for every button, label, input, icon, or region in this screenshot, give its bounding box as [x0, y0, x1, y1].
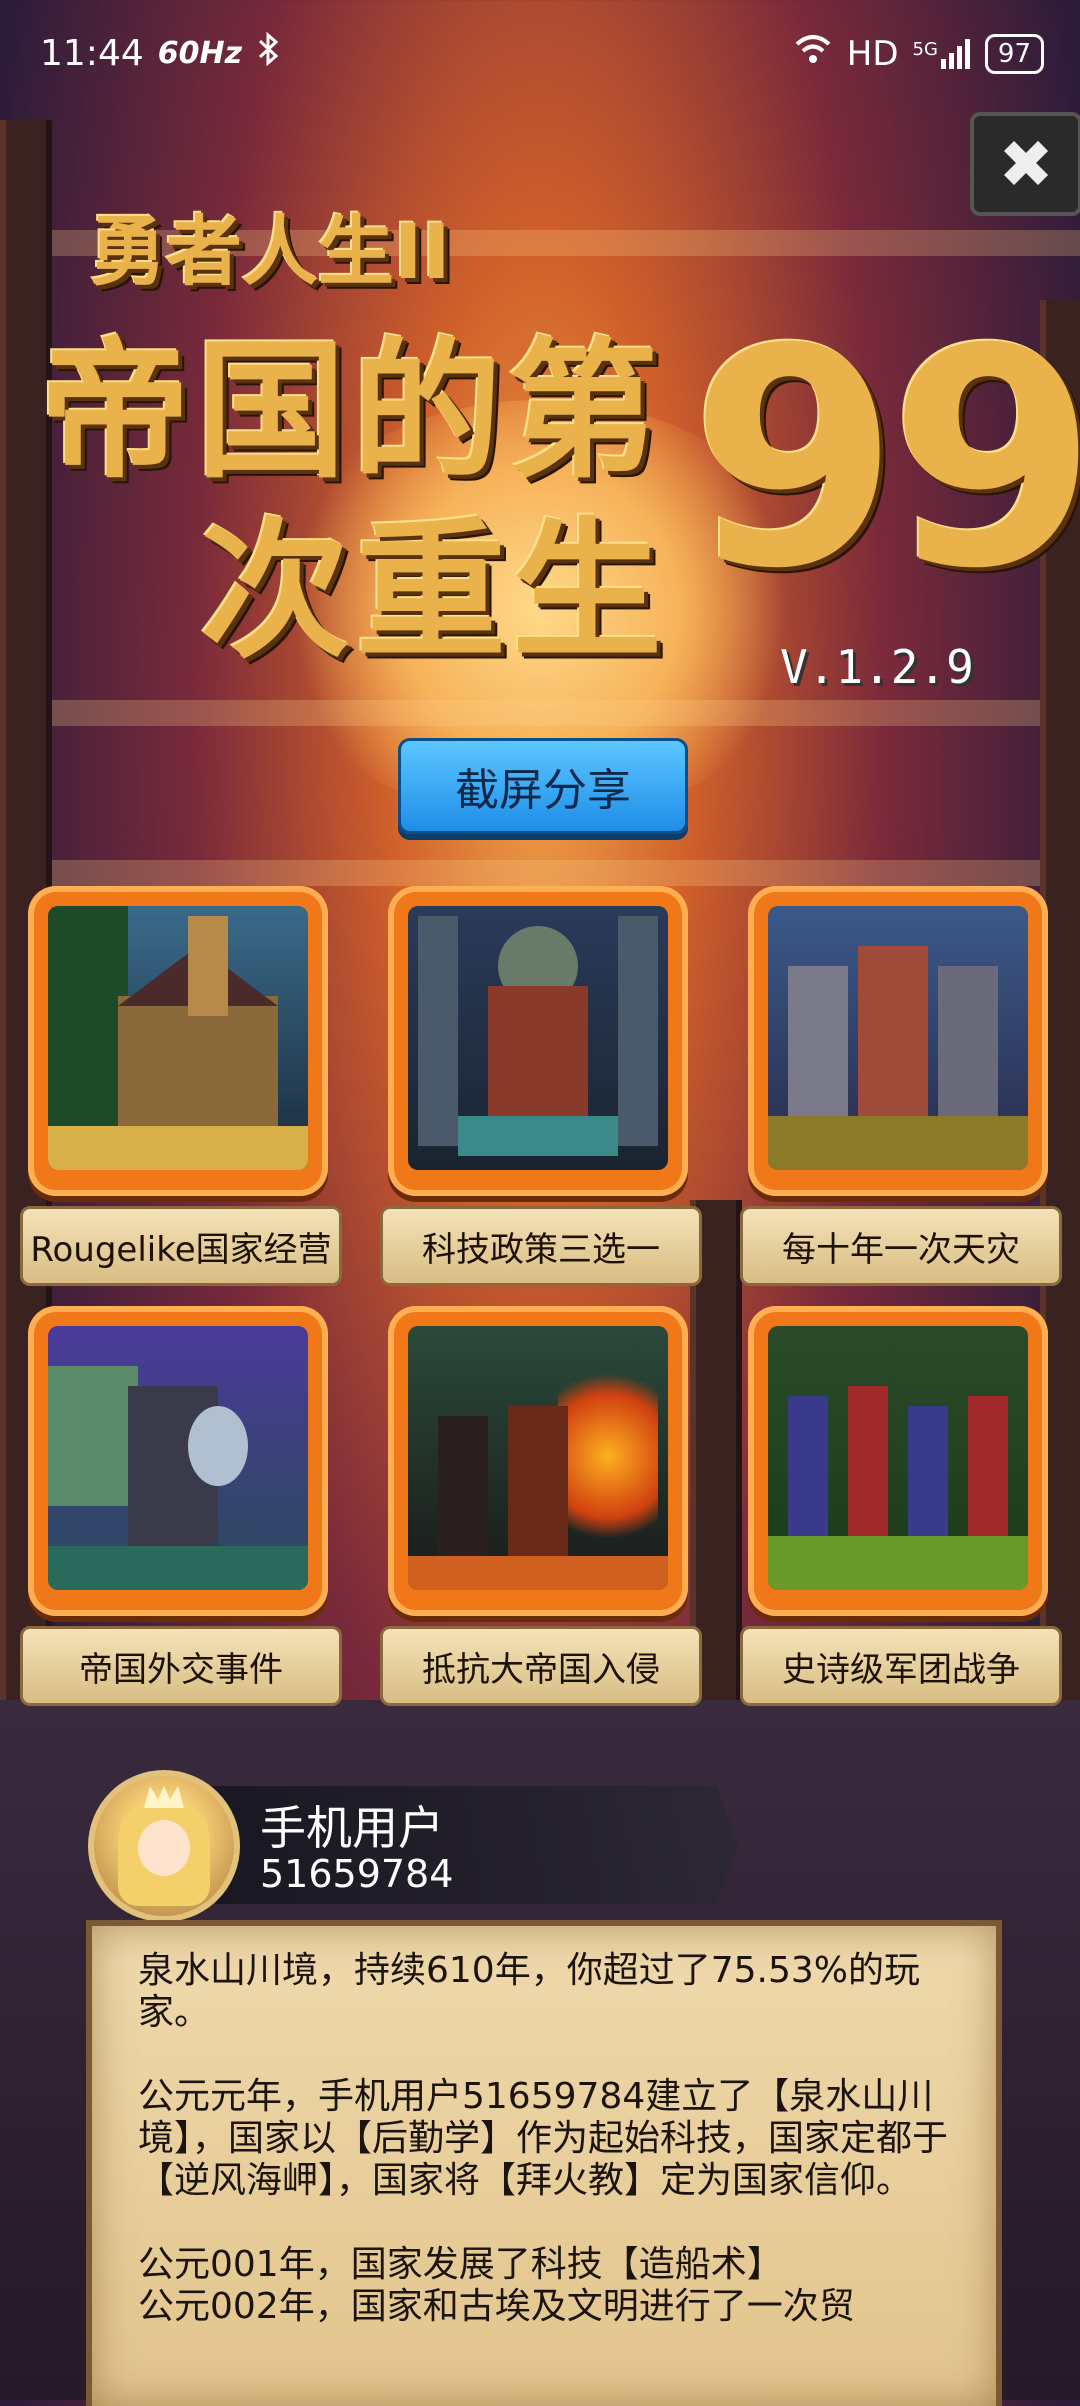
user-profile: 手机用户 51659784 [88, 1770, 738, 1922]
close-icon: ✖ [998, 125, 1054, 203]
version-label: V.1.2.9 [780, 640, 974, 694]
report-event: 公元001年，国家发展了科技【造船术】 [138, 2244, 783, 2285]
report-text: 泉水山川境，持续610年，你超过了75.53%的玩家。 公元元年，手机用户516… [138, 1950, 968, 2328]
game-title-number: 99 [690, 285, 1080, 634]
wifi-icon [793, 32, 833, 75]
avatar[interactable] [88, 1770, 240, 1922]
feature-label: 抵抗大帝国入侵 [380, 1626, 702, 1706]
feature-label: 每十年一次天灾 [740, 1206, 1062, 1286]
statue-image [408, 906, 668, 1170]
knight-image [48, 1326, 308, 1590]
user-id: 51659784 [260, 1852, 454, 1896]
screenshot-share-button[interactable]: 截屏分享 [398, 738, 688, 834]
status-time: 11:44 [40, 33, 144, 74]
burning-city-image [408, 1326, 668, 1590]
village-image [48, 906, 308, 1170]
signal-icon: 5G [912, 38, 971, 69]
cloud-band [0, 860, 1080, 886]
game-subtitle: 勇者人生II [90, 207, 451, 296]
battery-icon: 97 [984, 33, 1044, 74]
game-title-line2: 次重生 [200, 505, 669, 679]
bluetooth-icon [256, 31, 282, 75]
feature-label: 史诗级军团战争 [740, 1626, 1062, 1706]
user-name: 手机用户 [260, 1801, 444, 1855]
feature-label: 帝国外交事件 [20, 1626, 342, 1706]
refresh-rate: 60Hz [157, 36, 243, 71]
cloud-band [0, 700, 1080, 726]
feature-label: 科技政策三选一 [380, 1206, 702, 1286]
report-founding: 公元元年，手机用户51659784建立了【泉水山川境】，国家以【后勤学】作为起始… [138, 2076, 949, 2201]
history-report[interactable]: 泉水山川境，持续610年，你超过了75.53%的玩家。 公元元年，手机用户516… [86, 1920, 1002, 2406]
feature-label: Rougelike国家经营 [20, 1206, 342, 1286]
network-type: HD [846, 33, 899, 74]
army-march-image [768, 1326, 1028, 1590]
status-bar: 11:44 60Hz HD 5G 97 [0, 0, 1080, 110]
signal-label: 5G [912, 38, 938, 60]
report-event: 公元002年，国家和古埃及文明进行了一次贸 [138, 2286, 855, 2327]
knights-battle-image [768, 906, 1028, 1170]
close-button[interactable]: ✖ [970, 112, 1080, 216]
report-summary: 泉水山川境，持续610年，你超过了75.53%的玩家。 [138, 1950, 920, 2033]
